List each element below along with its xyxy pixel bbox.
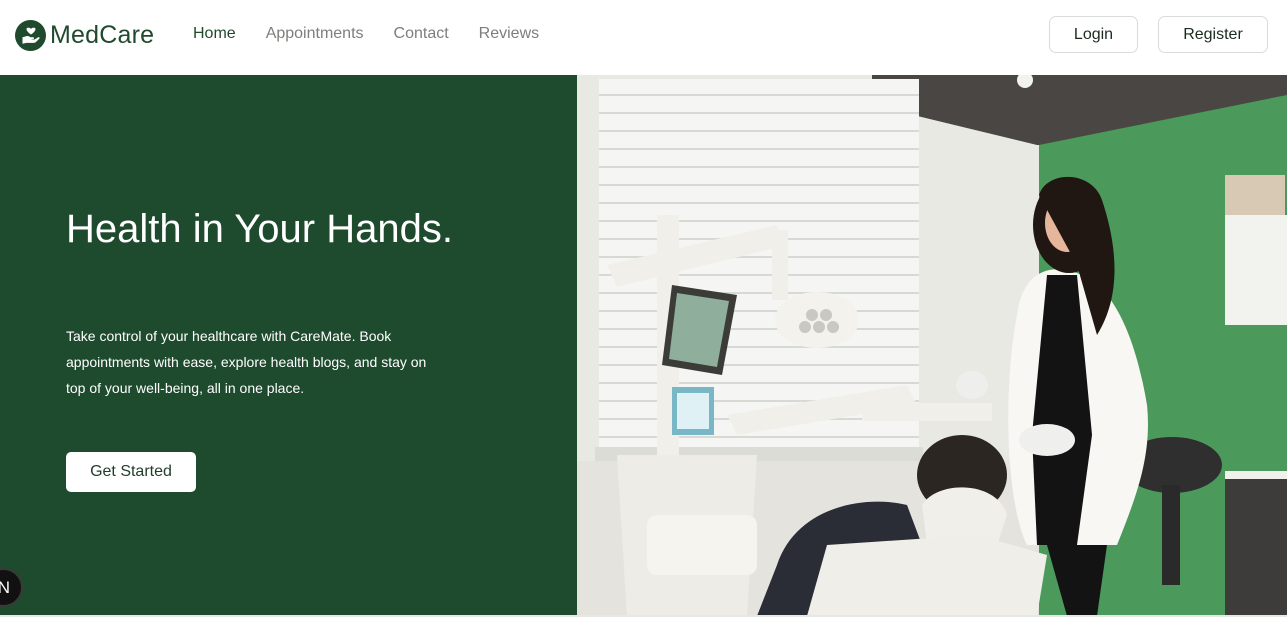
clinic-illustration: [577, 75, 1287, 616]
nav-item-appointments[interactable]: Appointments: [266, 24, 364, 44]
brand-name: MedCare: [50, 21, 155, 49]
nav-item-reviews[interactable]: Reviews: [479, 24, 539, 44]
badge-letter: N: [0, 577, 10, 597]
login-button[interactable]: Login: [1049, 16, 1138, 53]
hero-description: Take control of your healthcare with Car…: [66, 328, 427, 396]
top-navbar: MedCare Home Appointments Contact Review…: [0, 0, 1287, 75]
nav-item-home[interactable]: Home: [193, 24, 236, 44]
register-button[interactable]: Register: [1158, 16, 1268, 53]
brand[interactable]: MedCare: [15, 19, 154, 51]
main-nav: Home Appointments Contact Reviews: [193, 24, 539, 44]
get-started-button[interactable]: Get Started: [66, 452, 196, 492]
hero-title: Health in Your Hands.: [66, 207, 453, 251]
heart-hand-icon: [15, 19, 46, 51]
dentist-clinic-photo: [577, 75, 1287, 616]
nav-item-contact[interactable]: Contact: [394, 24, 449, 44]
